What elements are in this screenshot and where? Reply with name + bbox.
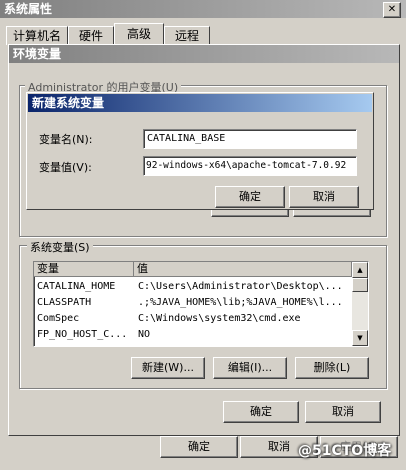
tab-advanced[interactable]: 高级 [114, 23, 164, 46]
env-ok-button[interactable]: 确定 [223, 401, 299, 423]
row-value: C:\Windows\system32\cmd.exe [138, 313, 301, 324]
watermark: @51CTO博客 [298, 443, 392, 459]
table-row[interactable]: CLASSPATH .;%JAVA_HOME%\lib;%JAVA_HOME%\… [34, 295, 352, 311]
tab-label: 硬件 [78, 29, 103, 43]
button-label: 确定 [239, 190, 261, 203]
column-header-variable[interactable]: 变量 [34, 262, 134, 277]
var-value-label: 变量值(V): [39, 161, 92, 174]
button-label: 新建(W)... [142, 361, 194, 374]
new-var-cancel-button[interactable]: 取消 [289, 186, 359, 208]
var-name-input[interactable]: CATALINA_BASE [143, 129, 357, 149]
row-value: C:\Users\Administrator\Desktop\... [138, 281, 343, 292]
table-row[interactable]: CATALINA_HOME C:\Users\Administrator\Des… [34, 279, 352, 295]
system-ok-button[interactable]: 确定 [160, 436, 238, 458]
tab-remote[interactable]: 远程 [164, 26, 210, 45]
tab-label: 远程 [174, 29, 199, 43]
new-var-button[interactable]: 新建(W)... [131, 357, 205, 379]
tab-label: 高级 [126, 27, 151, 41]
row-value: NO [138, 329, 151, 340]
row-name: CATALINA_HOME [37, 281, 116, 292]
button-label: 编辑(I)... [227, 361, 273, 374]
scroll-up-icon[interactable]: ▲ [352, 262, 368, 278]
new-var-ok-button[interactable]: 确定 [215, 186, 285, 208]
var-value-input[interactable]: 92-windows-x64\apache-tomcat-7.0.92 [143, 156, 357, 176]
new-var-dialog: 新建系统变量 变量名(N): CATALINA_BASE 变量值(V): 92-… [26, 92, 374, 210]
env-cancel-button[interactable]: 取消 [305, 401, 381, 423]
button-label: 取消 [313, 190, 335, 203]
edit-var-button[interactable]: 编辑(I)... [213, 357, 287, 379]
delete-var-button[interactable]: 删除(L) [295, 357, 369, 379]
system-vars-label: 系统变量(S) [27, 239, 93, 255]
system-vars-list[interactable]: 变量 值 CATALINA_HOME C:\Users\Administrato… [33, 261, 369, 347]
column-label: 变量 [37, 262, 59, 275]
system-properties-title: 系统属性 [4, 2, 53, 16]
row-value: .;%JAVA_HOME%\lib;%JAVA_HOME%\l... [138, 297, 343, 308]
tab-label: 计算机名 [12, 29, 61, 43]
system-properties-close-button[interactable]: ✕ [383, 2, 401, 18]
new-var-titlebar: 新建系统变量 [28, 94, 372, 112]
row-name: FP_NO_HOST_C... [37, 329, 128, 340]
scroll-down-icon[interactable]: ▼ [352, 330, 368, 346]
env-vars-title: 环境变量 [13, 47, 62, 61]
button-label: 确定 [188, 440, 210, 453]
button-label: 取消 [332, 405, 354, 418]
env-vars-titlebar: 环境变量 [9, 45, 399, 63]
system-properties-titlebar: 系统属性 [0, 0, 406, 18]
table-row[interactable]: ComSpec C:\Windows\system32\cmd.exe [34, 311, 352, 327]
table-row[interactable]: FP_NO_HOST_C... NO [34, 327, 352, 343]
column-header-value[interactable]: 值 [134, 262, 352, 277]
tab-computer-name[interactable]: 计算机名 [6, 26, 68, 45]
button-label: 取消 [268, 440, 290, 453]
column-label: 值 [137, 262, 148, 275]
close-icon: ✕ [387, 4, 397, 15]
var-name-label: 变量名(N): [39, 133, 93, 146]
var-value-value: 92-windows-x64\apache-tomcat-7.0.92 [146, 160, 347, 171]
new-var-title: 新建系统变量 [32, 96, 105, 110]
row-name: CLASSPATH [37, 297, 92, 308]
var-name-value: CATALINA_BASE [147, 133, 226, 144]
tab-hardware[interactable]: 硬件 [68, 26, 114, 45]
scroll-thumb[interactable] [352, 278, 368, 292]
list-scrollbar[interactable]: ▲ ▼ [352, 262, 368, 346]
row-name: ComSpec [37, 313, 80, 324]
button-label: 删除(L) [313, 361, 351, 374]
button-label: 确定 [250, 405, 272, 418]
